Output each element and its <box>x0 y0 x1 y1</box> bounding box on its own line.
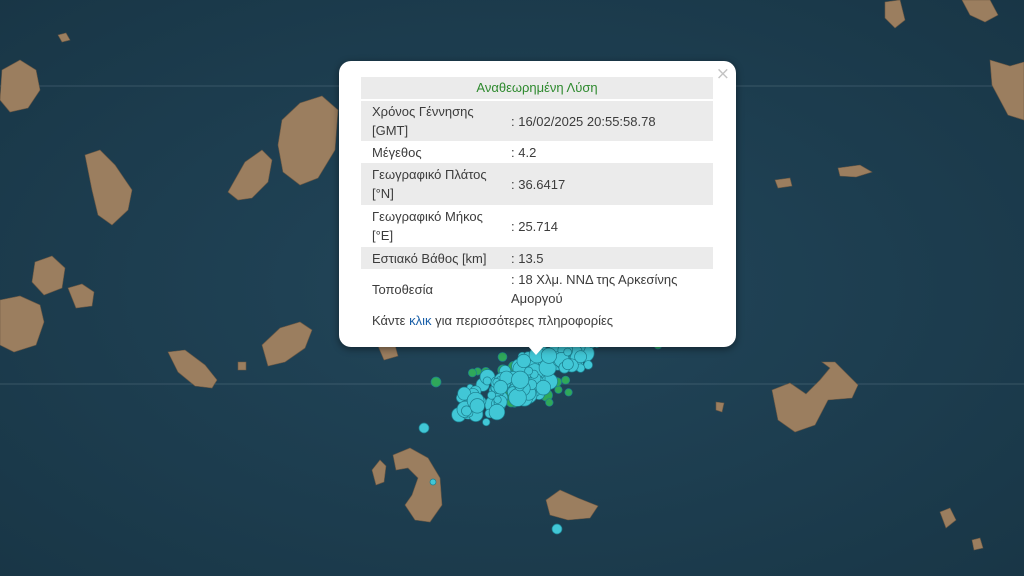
earthquake-marker[interactable] <box>551 523 563 535</box>
more-info-prefix: Κάντε <box>372 313 410 328</box>
earthquake-marker[interactable] <box>535 379 552 396</box>
value-latitude: : 36.6417 <box>507 163 713 205</box>
value-depth: : 13.5 <box>507 247 713 269</box>
value-origin-time: : 16/02/2025 20:55:58.78 <box>507 101 713 141</box>
earthquake-marker[interactable] <box>564 388 573 397</box>
row-depth: Εστιακό Βάθος [km] : 13.5 <box>361 247 713 269</box>
earthquake-marker[interactable] <box>545 398 554 407</box>
row-location: Τοποθεσία : 18 Χλμ. ΝΝΔ της Αρκεσίνης Αμ… <box>361 269 713 309</box>
label-origin-time: Χρόνος Γέννησης [GMT] <box>361 101 507 141</box>
earthquake-marker[interactable] <box>429 478 437 486</box>
island-islet-a <box>774 177 793 189</box>
earthquake-marker[interactable] <box>516 353 531 369</box>
more-info-link[interactable]: κλικ <box>409 313 431 328</box>
earthquake-marker[interactable] <box>493 380 508 395</box>
label-magnitude: Μέγεθος <box>372 144 422 160</box>
more-info-line: Κάντε κλικ για περισσότερες πληροφορίες <box>372 313 613 328</box>
earthquake-marker[interactable] <box>482 418 491 427</box>
more-info-suffix: για περισσότερες πληροφορίες <box>431 313 614 328</box>
earthquake-marker[interactable] <box>561 375 571 385</box>
label-longitude: Γεωγραφικό Μήκος [°E] <box>372 209 483 243</box>
earthquake-marker[interactable] <box>574 350 587 364</box>
earthquake-marker[interactable] <box>430 376 442 388</box>
earthquake-marker[interactable] <box>467 368 477 378</box>
value-location: : 18 Χλμ. ΝΝΔ της Αρκεσίνης Αμοργού <box>511 272 678 306</box>
earthquake-marker[interactable] <box>508 388 527 407</box>
earthquake-marker[interactable] <box>482 376 492 386</box>
label-location: Τοποθεσία <box>372 281 434 297</box>
row-origin-time: Χρόνος Γέννησης [GMT] : 16/02/2025 20:55… <box>361 101 713 141</box>
earthquake-marker[interactable] <box>583 360 593 370</box>
label-depth: Εστιακό Βάθος [km] <box>361 247 507 269</box>
earthquake-marker[interactable] <box>563 347 572 357</box>
earthquake-marker[interactable] <box>488 403 506 421</box>
earthquake-marker[interactable] <box>487 390 496 400</box>
label-latitude: Γεωγραφικό Πλάτος [°N] <box>361 163 507 205</box>
value-longitude: : 25.714 <box>511 218 558 234</box>
row-longitude: Γεωγραφικό Μήκος [°E] : 25.714 <box>361 205 713 247</box>
earthquake-marker[interactable] <box>418 422 430 434</box>
earthquake-info-table: Χρόνος Γέννησης [GMT] : 16/02/2025 20:55… <box>361 101 713 309</box>
row-latitude: Γεωγραφικό Πλάτος [°N] : 36.6417 <box>361 163 713 205</box>
earthquake-marker[interactable] <box>554 385 563 394</box>
earthquake-marker[interactable] <box>561 358 574 371</box>
earthquake-popup: × Αναθεωρημένη Λύση Χρόνος Γέννησης [GMT… <box>339 61 736 347</box>
row-magnitude: Μέγεθος : 4.2 <box>361 141 713 163</box>
earthquake-marker[interactable] <box>469 398 485 414</box>
value-magnitude: : 4.2 <box>511 144 537 160</box>
earthquake-marker[interactable] <box>497 352 508 362</box>
close-icon[interactable]: × <box>716 64 730 84</box>
popup-title: Αναθεωρημένη Λύση <box>361 77 713 99</box>
island-islet-b <box>237 361 247 371</box>
earthquake-marker[interactable] <box>511 370 530 389</box>
popup-pointer <box>527 345 545 355</box>
